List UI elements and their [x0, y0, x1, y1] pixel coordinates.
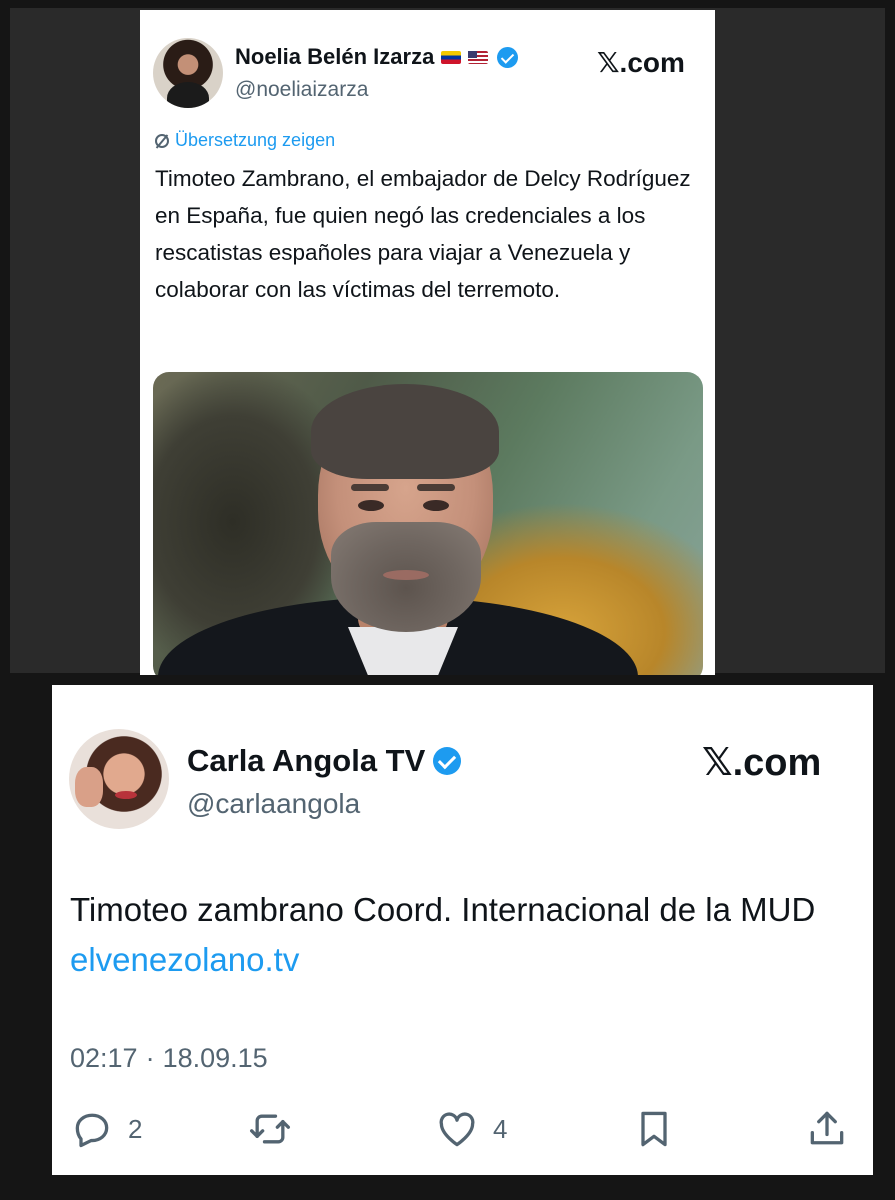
- tweet-text: Timoteo zambrano Coord. Internacional de…: [70, 885, 860, 985]
- source-label: 𝕏.com: [702, 742, 822, 784]
- tweet-link[interactable]: elvenezolano.tv: [70, 941, 299, 978]
- retweet-icon: [250, 1114, 290, 1144]
- avatar[interactable]: [69, 729, 169, 829]
- tweet-text-body: Timoteo zambrano Coord. Internacional de…: [70, 891, 816, 928]
- action-bar: 2 4: [70, 1107, 860, 1157]
- avatar[interactable]: [153, 38, 223, 108]
- display-name-row: Carla Angola TV: [187, 743, 462, 779]
- share-button[interactable]: [805, 1107, 849, 1151]
- user-handle[interactable]: @noeliaizarza: [235, 78, 368, 102]
- timestamp[interactable]: 02:17 · 18.09.15: [70, 1043, 268, 1074]
- reply-icon: [75, 1113, 109, 1148]
- tweet-photo[interactable]: [153, 372, 703, 675]
- tweet-date: 18.09.15: [162, 1043, 268, 1073]
- tweet-card-bottom: Carla Angola TV @carlaangola 𝕏.com Timot…: [52, 685, 873, 1175]
- display-name[interactable]: Noelia Belén Izarza: [235, 44, 434, 70]
- like-count: 4: [493, 1113, 508, 1144]
- translate-label: Übersetzung zeigen: [175, 130, 336, 150]
- reply-count: 2: [128, 1113, 143, 1144]
- reply-button[interactable]: 2: [70, 1107, 142, 1151]
- venezuela-flag-icon: [441, 50, 462, 64]
- tweet-text: Timoteo Zambrano, el embajador de Delcy …: [155, 166, 691, 302]
- timestamp-separator: ·: [145, 1043, 155, 1073]
- share-icon: [810, 1111, 844, 1145]
- usa-flag-icon: [468, 50, 489, 64]
- display-name-row: Noelia Belén Izarza: [235, 44, 519, 70]
- translate-link[interactable]: Übersetzung zeigen: [155, 130, 335, 151]
- bookmark-button[interactable]: [632, 1107, 676, 1151]
- heart-icon: [439, 1112, 475, 1147]
- source-label: 𝕏.com: [597, 47, 685, 78]
- display-name[interactable]: Carla Angola TV: [187, 743, 425, 779]
- tweet-time: 02:17: [70, 1043, 138, 1073]
- bookmark-icon: [641, 1111, 667, 1147]
- translate-icon: [155, 133, 169, 148]
- tweet-card-top: Noelia Belén Izarza @noeliaizarza 𝕏.com …: [140, 10, 715, 675]
- like-button[interactable]: 4: [435, 1107, 507, 1151]
- retweet-button[interactable]: [248, 1107, 292, 1151]
- verified-badge-icon: [433, 747, 462, 775]
- verified-badge-icon: [497, 46, 519, 68]
- user-handle[interactable]: @carlaangola: [187, 788, 360, 820]
